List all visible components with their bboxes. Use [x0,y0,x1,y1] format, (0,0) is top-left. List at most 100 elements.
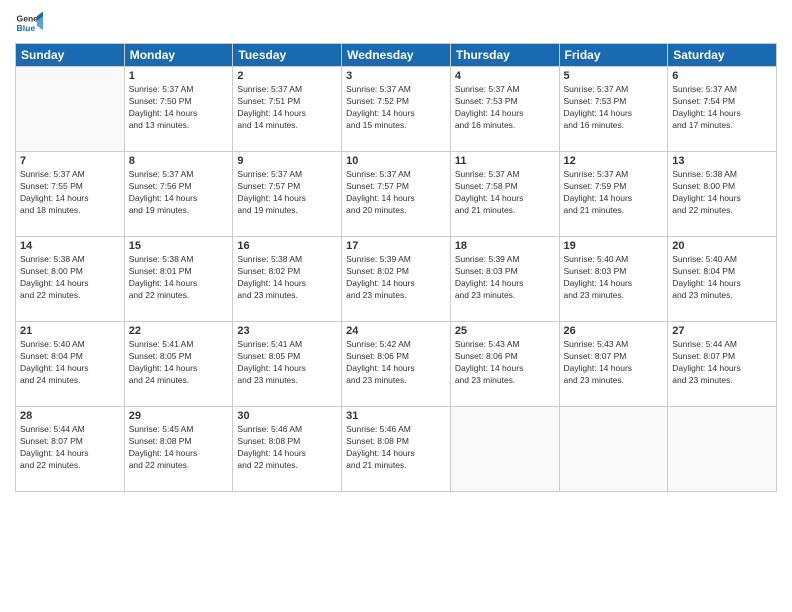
day-cell: 1 Sunrise: 5:37 AMSunset: 7:50 PMDaylight… [124,67,233,152]
header-row: SundayMondayTuesdayWednesdayThursdayFrid… [16,44,777,67]
day-info: Sunrise: 5:39 AMSunset: 8:02 PMDaylight:… [346,254,446,302]
day-number: 18 [455,240,555,252]
day-cell: 25 Sunrise: 5:43 AMSunset: 8:06 PMDayligh… [450,322,559,407]
day-cell: 27 Sunrise: 5:44 AMSunset: 8:07 PMDayligh… [668,322,777,407]
day-info: Sunrise: 5:37 AMSunset: 7:51 PMDaylight:… [237,84,337,132]
day-info: Sunrise: 5:41 AMSunset: 8:05 PMDaylight:… [129,339,229,387]
day-cell: 24Sunrise: 5:42 AMSunset: 8:06 PMDayligh… [342,322,451,407]
svg-text:Blue: Blue [17,23,36,33]
day-number: 9 [237,155,337,167]
day-info: Sunrise: 5:46 AMSunset: 8:08 PMDaylight:… [237,424,337,472]
day-number: 22 [129,325,229,337]
page: General Blue SundayMondayTuesdayWednesda… [0,0,792,612]
day-number: 23 [237,325,337,337]
day-number: 7 [20,155,120,167]
day-number: 27 [672,325,772,337]
day-number: 26 [564,325,664,337]
day-info: Sunrise: 5:38 AMSunset: 8:02 PMDaylight:… [237,254,337,302]
day-cell: 22 Sunrise: 5:41 AMSunset: 8:05 PMDayligh… [124,322,233,407]
week-row-3: 14Sunrise: 5:38 AMSunset: 8:00 PMDayligh… [16,237,777,322]
day-info: Sunrise: 5:37 AMSunset: 7:52 PMDaylight:… [346,84,446,132]
day-info: Sunrise: 5:38 AMSunset: 8:01 PMDaylight:… [129,254,229,302]
day-info: Sunrise: 5:40 AMSunset: 8:04 PMDaylight:… [672,254,772,302]
week-row-1: 1 Sunrise: 5:37 AMSunset: 7:50 PMDaylight… [16,67,777,152]
day-cell: 12 Sunrise: 5:37 AMSunset: 7:59 PMDayligh… [559,152,668,237]
day-number: 1 [129,70,229,82]
day-info: Sunrise: 5:41 AMSunset: 8:05 PMDaylight:… [237,339,337,387]
day-info: Sunrise: 5:37 AMSunset: 7:56 PMDaylight:… [129,169,229,217]
day-number: 12 [564,155,664,167]
day-number: 24 [346,325,446,337]
day-cell [559,407,668,492]
day-info: Sunrise: 5:44 AMSunset: 8:07 PMDaylight:… [672,339,772,387]
day-info: Sunrise: 5:37 AMSunset: 7:57 PMDaylight:… [346,169,446,217]
day-number: 29 [129,410,229,422]
day-info: Sunrise: 5:39 AMSunset: 8:03 PMDaylight:… [455,254,555,302]
day-cell: 11 Sunrise: 5:37 AMSunset: 7:58 PMDayligh… [450,152,559,237]
day-cell: 19Sunrise: 5:40 AMSunset: 8:03 PMDayligh… [559,237,668,322]
day-cell [16,67,125,152]
day-number: 16 [237,240,337,252]
day-number: 10 [346,155,446,167]
day-number: 5 [564,70,664,82]
day-info: Sunrise: 5:37 AMSunset: 7:50 PMDaylight:… [129,84,229,132]
week-row-5: 28 Sunrise: 5:44 AMSunset: 8:07 PMDayligh… [16,407,777,492]
week-row-2: 7 Sunrise: 5:37 AMSunset: 7:55 PMDaylight… [16,152,777,237]
header-cell-wednesday: Wednesday [342,44,451,67]
day-info: Sunrise: 5:40 AMSunset: 8:03 PMDaylight:… [564,254,664,302]
day-info: Sunrise: 5:37 AMSunset: 7:59 PMDaylight:… [564,169,664,217]
day-cell: 4Sunrise: 5:37 AMSunset: 7:53 PMDaylight… [450,67,559,152]
day-cell: 3 Sunrise: 5:37 AMSunset: 7:52 PMDaylight… [342,67,451,152]
day-info: Sunrise: 5:43 AMSunset: 8:07 PMDaylight:… [564,339,664,387]
day-info: Sunrise: 5:37 AMSunset: 7:55 PMDaylight:… [20,169,120,217]
day-number: 3 [346,70,446,82]
day-info: Sunrise: 5:43 AMSunset: 8:06 PMDaylight:… [455,339,555,387]
day-cell [668,407,777,492]
day-cell [450,407,559,492]
day-cell: 8Sunrise: 5:37 AMSunset: 7:56 PMDaylight… [124,152,233,237]
day-cell: 21 Sunrise: 5:40 AMSunset: 8:04 PMDayligh… [16,322,125,407]
day-cell: 7 Sunrise: 5:37 AMSunset: 7:55 PMDaylight… [16,152,125,237]
day-info: Sunrise: 5:40 AMSunset: 8:04 PMDaylight:… [20,339,120,387]
day-number: 25 [455,325,555,337]
day-info: Sunrise: 5:45 AMSunset: 8:08 PMDaylight:… [129,424,229,472]
day-info: Sunrise: 5:46 AMSunset: 8:08 PMDaylight:… [346,424,446,472]
day-cell: 15 Sunrise: 5:38 AMSunset: 8:01 PMDayligh… [124,237,233,322]
header-cell-thursday: Thursday [450,44,559,67]
calendar-table: SundayMondayTuesdayWednesdayThursdayFrid… [15,43,777,492]
day-cell: 17Sunrise: 5:39 AMSunset: 8:02 PMDayligh… [342,237,451,322]
day-number: 4 [455,70,555,82]
day-number: 20 [672,240,772,252]
day-cell: 23 Sunrise: 5:41 AMSunset: 8:05 PMDayligh… [233,322,342,407]
day-cell: 18 Sunrise: 5:39 AMSunset: 8:03 PMDayligh… [450,237,559,322]
day-info: Sunrise: 5:37 AMSunset: 7:53 PMDaylight:… [564,84,664,132]
day-info: Sunrise: 5:38 AMSunset: 8:00 PMDaylight:… [672,169,772,217]
header-cell-sunday: Sunday [16,44,125,67]
day-cell: 6Sunrise: 5:37 AMSunset: 7:54 PMDaylight… [668,67,777,152]
header-cell-monday: Monday [124,44,233,67]
header-cell-saturday: Saturday [668,44,777,67]
day-number: 13 [672,155,772,167]
header: General Blue [15,10,777,38]
day-cell: 2 Sunrise: 5:37 AMSunset: 7:51 PMDaylight… [233,67,342,152]
day-number: 30 [237,410,337,422]
day-cell: 5 Sunrise: 5:37 AMSunset: 7:53 PMDaylight… [559,67,668,152]
day-cell: 14Sunrise: 5:38 AMSunset: 8:00 PMDayligh… [16,237,125,322]
day-number: 14 [20,240,120,252]
day-cell: 26 Sunrise: 5:43 AMSunset: 8:07 PMDayligh… [559,322,668,407]
day-cell: 31Sunrise: 5:46 AMSunset: 8:08 PMDayligh… [342,407,451,492]
logo: General Blue [15,10,43,38]
day-info: Sunrise: 5:44 AMSunset: 8:07 PMDaylight:… [20,424,120,472]
day-number: 21 [20,325,120,337]
day-number: 2 [237,70,337,82]
day-info: Sunrise: 5:37 AMSunset: 7:54 PMDaylight:… [672,84,772,132]
day-info: Sunrise: 5:37 AMSunset: 7:58 PMDaylight:… [455,169,555,217]
day-number: 28 [20,410,120,422]
day-number: 15 [129,240,229,252]
day-cell: 30 Sunrise: 5:46 AMSunset: 8:08 PMDayligh… [233,407,342,492]
week-row-4: 21 Sunrise: 5:40 AMSunset: 8:04 PMDayligh… [16,322,777,407]
day-info: Sunrise: 5:37 AMSunset: 7:57 PMDaylight:… [237,169,337,217]
day-cell: 10 Sunrise: 5:37 AMSunset: 7:57 PMDayligh… [342,152,451,237]
day-number: 11 [455,155,555,167]
day-cell: 16 Sunrise: 5:38 AMSunset: 8:02 PMDayligh… [233,237,342,322]
